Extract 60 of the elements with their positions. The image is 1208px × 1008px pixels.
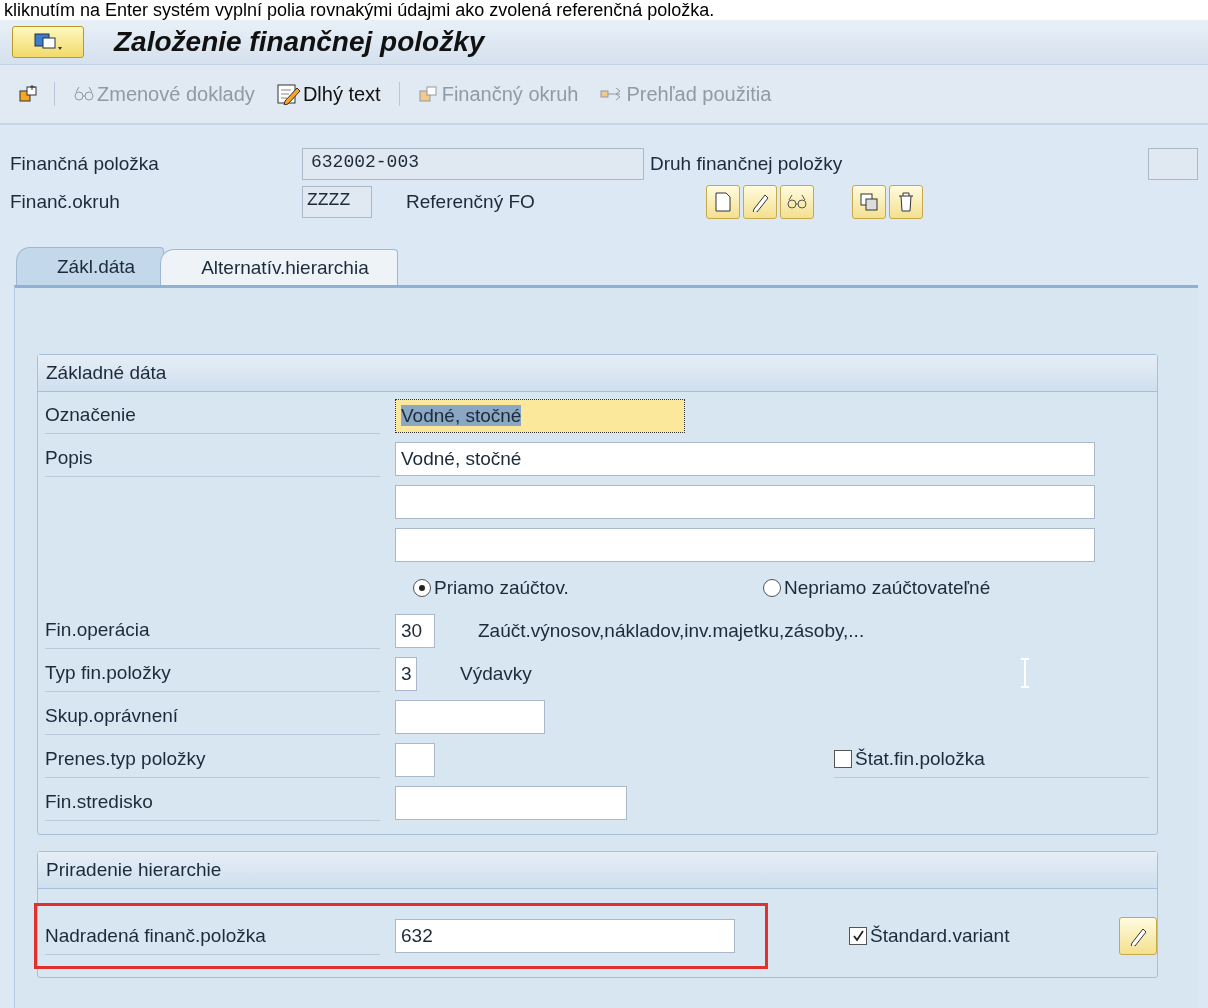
checkbox-label: Štat.fin.položka (855, 748, 985, 770)
glasses-icon (787, 194, 807, 210)
text-cursor-icon (1020, 658, 1030, 688)
field-label: Nadradená finanč.položka (45, 917, 380, 955)
financial-area-field[interactable]: ZZZZ (302, 186, 372, 218)
field-label: Označenie (45, 397, 380, 434)
input-field[interactable] (395, 785, 627, 820)
field-label: Finanč.okruh (10, 191, 121, 213)
trash-icon (898, 192, 914, 212)
input-field[interactable] (395, 484, 1095, 519)
pencil-icon (751, 192, 769, 212)
radio-label: Priamo zaúčtov. (434, 576, 569, 599)
input-field[interactable]: Vodné, stočné (395, 398, 685, 433)
switch-icon[interactable] (18, 84, 40, 104)
field-label: Popis (45, 440, 380, 477)
long-text-button[interactable]: Dlhý text (272, 80, 385, 108)
tab[interactable]: Zákl.dáta (16, 247, 165, 285)
radio-button[interactable] (413, 578, 431, 597)
edit-button[interactable] (1119, 917, 1157, 955)
checkbox[interactable] (849, 927, 867, 945)
input-field[interactable]: 632 (395, 919, 735, 953)
group-title: Základné dáta (38, 355, 1157, 392)
new-document-button[interactable] (706, 185, 740, 219)
display-button[interactable] (780, 185, 814, 219)
tab[interactable]: Alternatív.hierarchia (160, 249, 398, 285)
field-description: Zaúčt.výnosov,nákladov,inv.majetku,zásoby,... (478, 619, 865, 642)
copy-button[interactable] (852, 185, 886, 219)
radio-label: Nepriamo zaúčtovateľné (784, 576, 991, 599)
group-title: Priradenie hierarchie (38, 852, 1157, 889)
blank-page-icon (715, 192, 731, 212)
copy-icon (860, 193, 878, 211)
windows-icon (417, 84, 440, 104)
checkbox-label: Štandard.variant (870, 925, 1010, 947)
edit-button[interactable] (743, 185, 777, 219)
input-field[interactable] (395, 742, 435, 777)
item-type-field[interactable] (1148, 148, 1198, 180)
pencil-icon (1129, 926, 1147, 946)
financial-item-field[interactable]: 632002-003 (302, 148, 644, 180)
checkbox[interactable] (834, 750, 852, 768)
field-label: Skup.oprávnení (45, 698, 380, 735)
field-label: Finančná položka (10, 153, 160, 175)
field-label: Fin.stredisko (45, 784, 380, 821)
document-pencil-icon (276, 83, 301, 105)
glasses-icon (73, 86, 95, 102)
field-description: Výdavky (460, 662, 532, 685)
field-label: Fin.operácia (45, 612, 380, 649)
input-field[interactable]: Vodné, stočné (395, 441, 1095, 476)
input-field[interactable]: 30 (395, 613, 435, 648)
field-label: Typ fin.položky (45, 655, 380, 692)
system-menu-button[interactable] (12, 26, 84, 58)
input-field[interactable]: 3 (395, 656, 417, 691)
delete-button[interactable] (889, 185, 923, 219)
field-label: Prenes.typ položky (45, 741, 380, 778)
input-field[interactable] (395, 527, 1095, 562)
field-label: Druh finančnej položky (650, 153, 844, 175)
window-title: Založenie finančnej položky (114, 26, 485, 58)
caption-text: kliknutím na Enter systém vyplní polia rovnakými údajmi ako zvolená referenčná položka. (0, 0, 1208, 20)
input-field[interactable] (395, 699, 545, 734)
field-label: Referenčný FO (406, 191, 536, 213)
radio-button[interactable] (763, 578, 781, 597)
